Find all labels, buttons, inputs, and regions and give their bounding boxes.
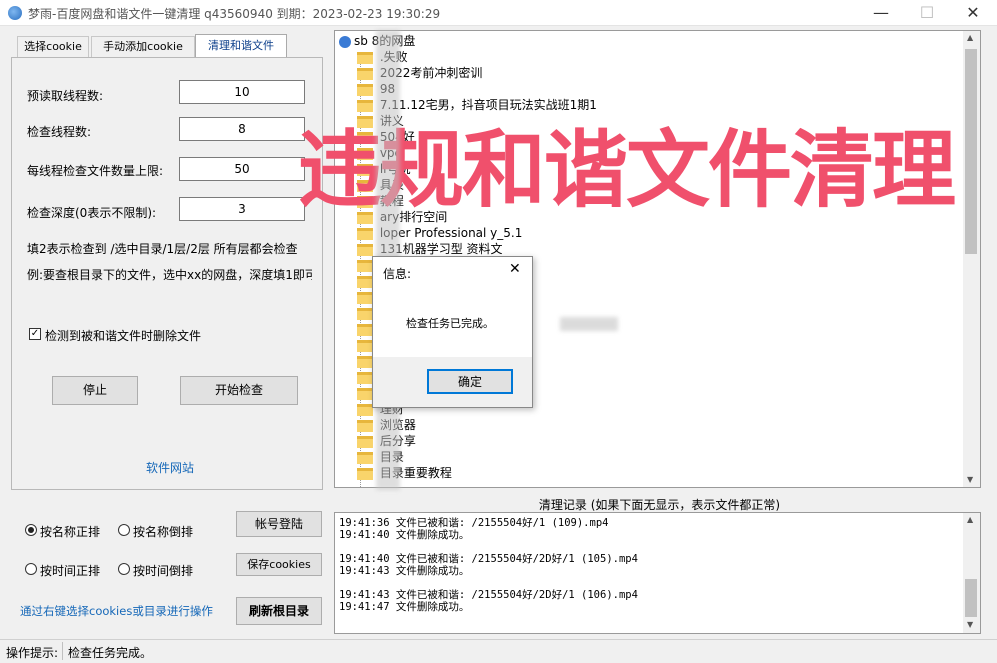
sort-time-desc-radio[interactable] [118, 563, 130, 575]
tab-clean-files[interactable]: 清理和谐文件 [195, 34, 287, 58]
per-thread-limit-input[interactable]: 50 [179, 157, 305, 181]
folder-icon [357, 227, 373, 240]
status-divider [62, 642, 63, 660]
log-scrollbar[interactable]: ▲ ▼ [963, 513, 980, 633]
folder-icon [357, 387, 373, 400]
dialog-ok-button[interactable]: 确定 [427, 369, 513, 394]
folder-icon [357, 403, 373, 416]
folder-icon [357, 51, 373, 64]
tree-item[interactable]: 目录重要教程 [357, 465, 452, 481]
dialog-title: 信息: [383, 267, 412, 281]
folder-icon [357, 355, 373, 368]
tab-select-cookie[interactable]: 选择cookie [17, 36, 89, 58]
user-icon [339, 35, 351, 48]
folder-icon [357, 467, 373, 480]
folder-icon [357, 371, 373, 384]
info-dialog: 信息: ✕ 检查任务已完成。 确定 [372, 256, 533, 408]
settings-panel: 预读取线程数: 10 检查线程数: 8 每线程检查文件数量上限: 50 检查深度… [11, 57, 323, 490]
log-header: 清理记录 (如果下面无显示，表示文件都正常) [538, 498, 781, 512]
account-login-button[interactable]: 帐号登陆 [236, 511, 322, 537]
redaction-blur [560, 317, 618, 331]
stop-button[interactable]: 停止 [52, 376, 138, 405]
tree-scroll-thumb[interactable] [965, 49, 977, 254]
folder-icon [357, 291, 373, 304]
tree-scrollbar[interactable]: ▲ ▼ [963, 31, 980, 487]
per-thread-limit-label: 每线程检查文件数量上限: [27, 164, 164, 178]
folder-icon [357, 259, 373, 272]
refresh-root-button[interactable]: 刷新根目录 [236, 597, 322, 625]
check-threads-label: 检查线程数: [27, 125, 92, 139]
folder-icon [357, 83, 373, 96]
depth-hint-text: 填2表示检查到 /选中目录/1层/2层 所有层都会检查 [27, 242, 298, 256]
delete-files-label: 检测到被和谐文件时删除文件 [45, 329, 202, 343]
start-check-button[interactable]: 开始检查 [180, 376, 298, 405]
folder-icon [357, 451, 373, 464]
check-threads-input[interactable]: 8 [179, 117, 305, 141]
scroll-down-icon[interactable]: ▼ [967, 475, 973, 484]
sort-name-desc-label: 按名称倒排 [133, 525, 194, 539]
minimize-button[interactable]: — [858, 0, 904, 26]
dialog-message: 检查任务已完成。 [406, 317, 494, 330]
log-area[interactable]: 19:41:36 文件已被和谐: /2155504好/1 (109).mp4 19… [334, 512, 981, 634]
log-line: 19:41:43 文件删除成功。 [339, 565, 470, 577]
sort-name-asc-label: 按名称正排 [40, 525, 101, 539]
sort-time-asc-label: 按时间正排 [40, 564, 101, 578]
right-click-hint: 通过右键选择cookies或目录进行操作 [20, 604, 213, 618]
app-icon [8, 6, 22, 20]
check-depth-input[interactable]: 3 [179, 197, 305, 221]
status-text: 检查任务完成。 [68, 646, 153, 660]
log-scroll-thumb[interactable] [965, 579, 977, 617]
save-cookies-button[interactable]: 保存cookies [236, 553, 322, 576]
sort-name-desc-radio[interactable] [118, 524, 130, 536]
folder-icon [357, 419, 373, 432]
log-line: 19:41:47 文件删除成功。 [339, 601, 470, 613]
tab-add-cookie[interactable]: 手动添加cookie [91, 36, 195, 58]
scroll-up-icon[interactable]: ▲ [967, 515, 973, 524]
sort-time-asc-radio[interactable] [25, 563, 37, 575]
dialog-footer: 确定 [373, 357, 532, 407]
prefetch-threads-input[interactable]: 10 [179, 80, 305, 104]
depth-example-text: 例:要查根目录下的文件，选中xx的网盘，深度填1即可 [27, 268, 312, 282]
maximize-button[interactable]: ☐ [904, 0, 950, 26]
title-bar: 梦雨-百度网盘和谐文件一键清理 q43560940 到期：2023-02-23 … [0, 0, 997, 26]
scroll-down-icon[interactable]: ▼ [967, 620, 973, 629]
close-button[interactable]: ✕ [950, 0, 996, 26]
delete-files-checkbox[interactable]: ✓ [29, 328, 41, 340]
window-title: 梦雨-百度网盘和谐文件一键清理 q43560940 到期：2023-02-23 … [28, 7, 441, 21]
prefetch-threads-label: 预读取线程数: [27, 89, 104, 103]
sort-time-desc-label: 按时间倒排 [133, 564, 194, 578]
status-bar: 操作提示: 检查任务完成。 [0, 639, 997, 663]
log-line: 19:41:40 文件删除成功。 [339, 529, 470, 541]
check-depth-label: 检查深度(0表示不限制): [27, 206, 157, 220]
folder-icon [357, 67, 373, 80]
folder-icon [357, 307, 373, 320]
software-website-link[interactable]: 软件网站 [146, 459, 194, 476]
dialog-close-icon[interactable]: ✕ [509, 261, 521, 277]
status-label: 操作提示: [6, 646, 59, 660]
folder-icon [357, 339, 373, 352]
folder-icon [357, 243, 373, 256]
folder-icon [357, 435, 373, 448]
sort-name-asc-radio[interactable] [25, 524, 37, 536]
scroll-up-icon[interactable]: ▲ [967, 33, 973, 42]
folder-icon [357, 323, 373, 336]
folder-icon [357, 275, 373, 288]
